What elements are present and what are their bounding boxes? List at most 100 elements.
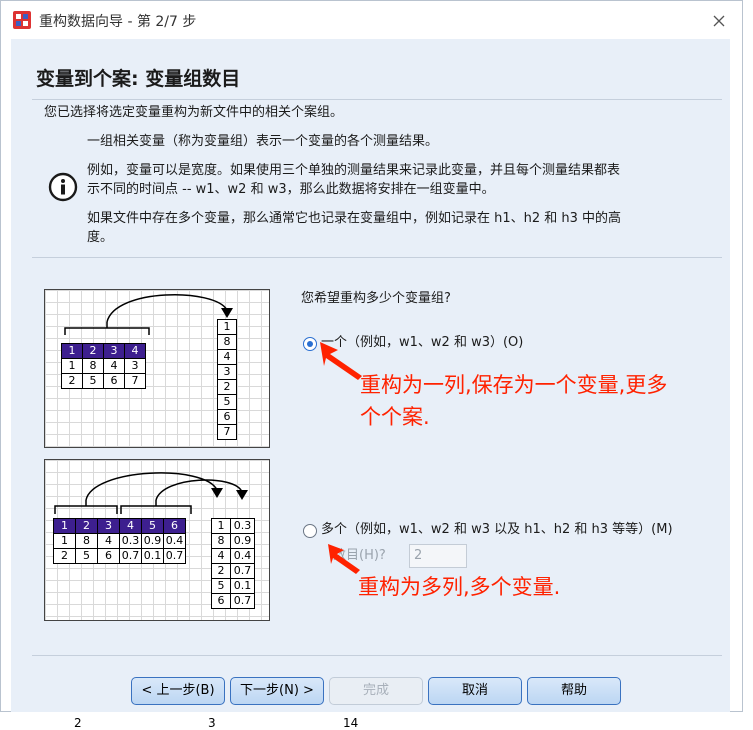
mini-table-row: 3 [217, 364, 237, 380]
mini-column-cell: 4 [217, 349, 237, 365]
mini-header-cell: 3 [103, 343, 125, 359]
mini-table-row: 8 [217, 334, 237, 350]
group-count-input[interactable]: 2 [409, 544, 467, 568]
intro-text: 您已选择将选定变量重构为新文件中的相关个案组。 [44, 105, 344, 120]
mini-header-cell: 3 [97, 518, 120, 534]
mini-table-row: 1843 [61, 358, 146, 374]
back-button[interactable]: < 上一步(B) [131, 677, 225, 705]
mini-data-cell: 0.7 [119, 548, 142, 564]
mini-table-row: 5 0.1 [211, 578, 255, 594]
mini-table-row: 1 0.3 [211, 518, 255, 534]
mini-column-cell: 0.7 [230, 593, 255, 609]
radio-multiple-groups[interactable] [303, 524, 317, 538]
mini-data-cell: 1 [53, 533, 76, 549]
one-group-diagram: 123418432567 18432567 [44, 289, 270, 448]
mini-header-cell: 2 [82, 343, 104, 359]
mini-column-cell: 5 [217, 394, 237, 410]
mini-column-cell: 0.7 [230, 563, 255, 579]
mini-data-cell: 3 [124, 358, 146, 374]
question-label: 您希望重构多少个变量组? [301, 291, 451, 306]
mini-column-cell: 2 [217, 379, 237, 395]
mini-data-cell: 8 [75, 533, 98, 549]
mini-column-cell: 5 [211, 578, 231, 594]
one-group-long-column: 18432567 [217, 319, 237, 440]
mini-column-cell: 0.3 [230, 518, 255, 534]
info-text-1: 一组相关变量（称为变量组）表示一个变量的各个测量结果。 [87, 134, 439, 149]
mini-data-cell: 8 [82, 358, 104, 374]
mini-data-cell: 0.4 [163, 533, 186, 549]
mini-data-cell: 5 [75, 548, 98, 564]
annotation-one-line1: 重构为一列,保存为一个变量,更多 [360, 373, 668, 397]
mini-table-row: 7 [217, 424, 237, 440]
mini-header-cell: 5 [141, 518, 164, 534]
title-bar: 重构数据向导 - 第 2/7 步 [1, 1, 742, 39]
info-icon [48, 172, 78, 202]
close-icon[interactable] [706, 8, 732, 34]
info-text-2b: 示不同的时间点 -- w1、w2 和 w3，那么此数据将安排在一组变量中。 [87, 182, 495, 197]
mini-data-cell: 0.1 [141, 548, 164, 564]
multi-group-long-columns: 1 0.3 8 0.9 4 0.4 2 0.7 5 0.1 6 0.7 [211, 518, 255, 609]
help-button[interactable]: 帮助 [527, 677, 621, 705]
mini-table-row: 1234 [61, 343, 146, 359]
annotation-many: 重构为多列,多个变量. [358, 575, 561, 599]
finish-button[interactable]: 完成 [329, 677, 423, 705]
mini-data-cell: 0.3 [119, 533, 142, 549]
mini-table-row: 2 0.7 [211, 563, 255, 579]
mini-column-cell: 0.1 [230, 578, 255, 594]
cancel-button[interactable]: 取消 [428, 677, 522, 705]
multi-group-wide-table: 1 2 3 4 5 6 1 8 4 0.3 0.9 0.4 2 5 6 0.7 0.1 0.7 [53, 518, 186, 564]
mini-data-cell: 5 [82, 373, 104, 389]
mini-column-cell: 6 [217, 409, 237, 425]
mini-data-cell: 4 [97, 533, 120, 549]
page-title: 变量到个案: 变量组数目 [36, 68, 241, 90]
window-title: 重构数据向导 - 第 2/7 步 [39, 14, 197, 30]
mini-data-cell: 2 [61, 373, 83, 389]
info-text-3b: 度。 [87, 230, 114, 245]
mini-table-row: 6 [217, 409, 237, 425]
mini-table-row: 2567 [61, 373, 146, 389]
annotation-one-line2: 个个案. [360, 405, 430, 429]
mini-column-cell: 3 [217, 364, 237, 380]
mini-table-row: 2 5 6 0.7 0.1 0.7 [53, 548, 186, 564]
mini-header-cell: 2 [75, 518, 98, 534]
mini-data-cell: 6 [103, 373, 125, 389]
background-data-strip: 2 3 14 [0, 712, 753, 730]
mini-data-cell: 7 [124, 373, 146, 389]
mini-column-cell: 0.9 [230, 533, 255, 549]
next-button[interactable]: 下一步(N) > [230, 677, 324, 705]
mini-table-row: 123456 [53, 518, 186, 534]
radio-one-group[interactable] [303, 337, 317, 351]
section-divider [32, 257, 722, 258]
footer-divider [32, 655, 722, 656]
mini-data-cell: 0.7 [163, 548, 186, 564]
mini-column-cell: 8 [217, 334, 237, 350]
mini-column-cell: 7 [217, 424, 237, 440]
mini-table-row: 1 8 4 0.3 0.9 0.4 [53, 533, 186, 549]
mini-table-row: 8 0.9 [211, 533, 255, 549]
one-group-wide-table: 123418432567 [61, 343, 146, 389]
mini-header-cell: 1 [53, 518, 76, 534]
mini-table-row: 1 [217, 319, 237, 335]
mini-column-cell: 0.4 [230, 548, 255, 564]
mini-data-cell: 6 [97, 548, 120, 564]
mini-table-row: 5 [217, 394, 237, 410]
mini-data-cell: 2 [53, 548, 76, 564]
app-icon [13, 11, 31, 29]
mini-column-cell: 8 [211, 533, 231, 549]
mini-column-cell: 6 [211, 593, 231, 609]
multi-group-diagram: 1 2 3 4 5 6 1 8 4 0.3 0.9 0.4 2 5 6 0.7 0.1 0.7 1 0.3 8 0.9 4… [44, 459, 270, 621]
mini-header-cell: 1 [61, 343, 83, 359]
mini-table-row: 2 [217, 379, 237, 395]
mini-column-cell: 1 [211, 518, 231, 534]
mini-header-cell: 6 [163, 518, 186, 534]
mini-header-cell: 4 [119, 518, 142, 534]
mini-data-cell: 4 [103, 358, 125, 374]
header-divider [32, 99, 722, 100]
mini-table-row: 6 0.7 [211, 593, 255, 609]
radio-multiple-groups-label[interactable]: 多个（例如，w1、w2 和 w3 以及 h1、h2 和 h3 等等）(M) [321, 519, 673, 541]
mini-table-row: 4 [217, 349, 237, 365]
mini-column-cell: 2 [211, 563, 231, 579]
mini-data-cell: 1 [61, 358, 83, 374]
mini-data-cell: 0.9 [141, 533, 164, 549]
mini-column-cell: 1 [217, 319, 237, 335]
